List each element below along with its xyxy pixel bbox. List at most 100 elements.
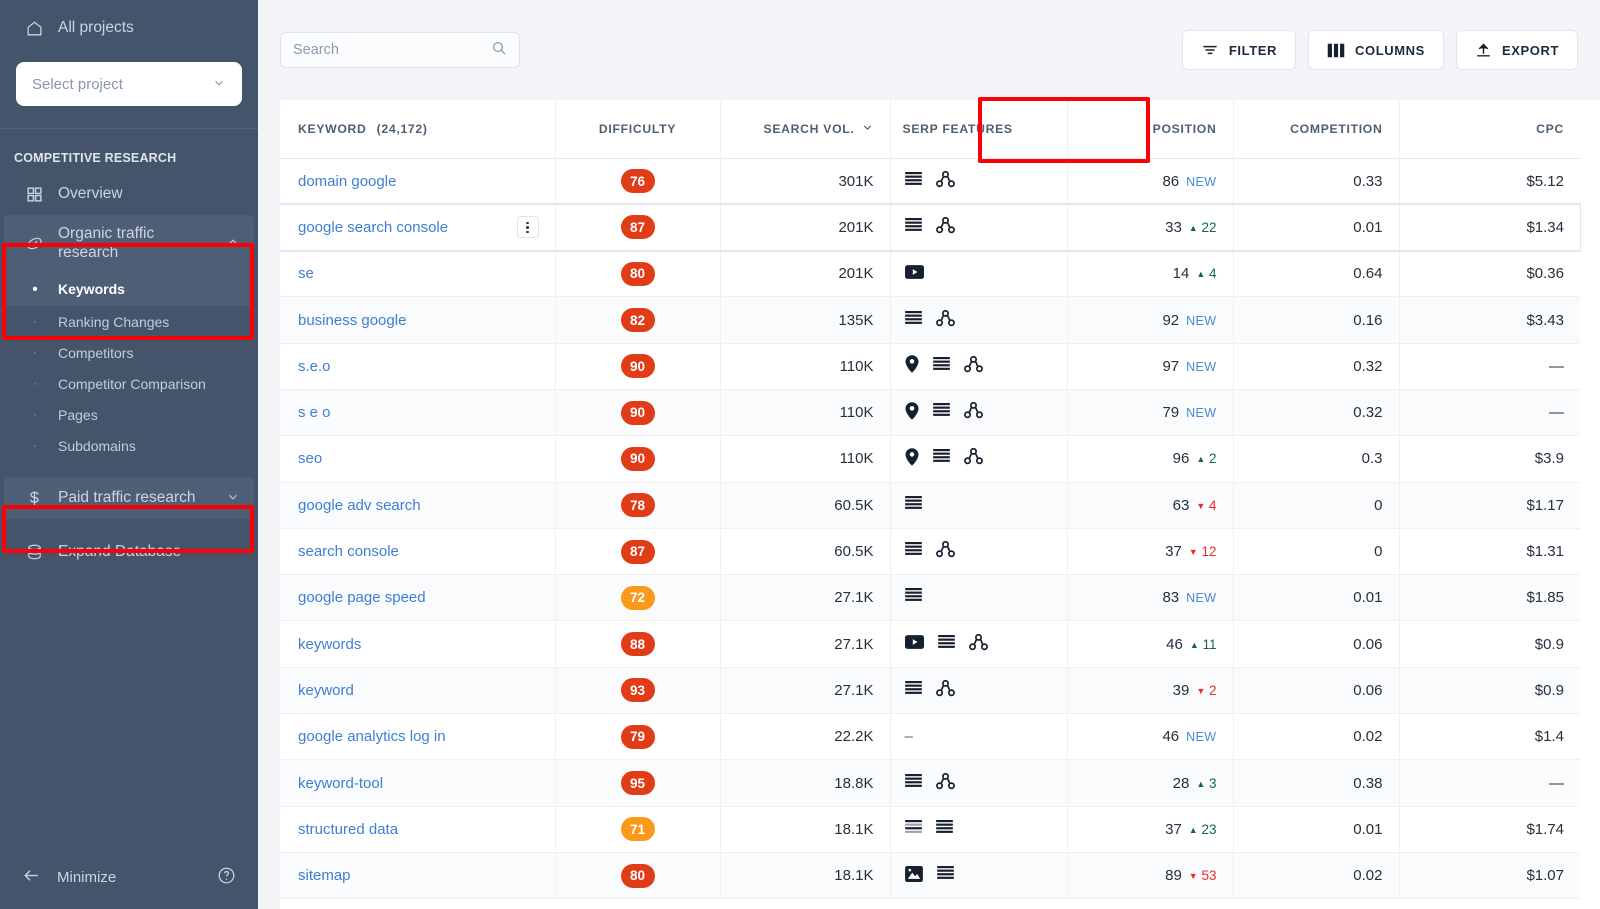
keyword-link[interactable]: se <box>298 265 314 282</box>
column-header-competition[interactable]: COMPETITION <box>1233 100 1400 159</box>
arrow-left-icon[interactable] <box>22 866 41 889</box>
cell-search-volume: 27.1K <box>720 667 891 715</box>
cell-keyword[interactable]: keywords <box>280 620 556 668</box>
table-row[interactable]: google search console 87 201K 33 ▲ 22 0.01 $1.… <box>280 204 1580 252</box>
bullet-icon: · <box>33 439 37 452</box>
cell-keyword[interactable]: se <box>280 250 556 298</box>
help-icon[interactable] <box>217 866 236 889</box>
cell-keyword[interactable]: s.e.o <box>280 343 556 390</box>
serp-snippet-icon <box>904 588 922 607</box>
sidebar-item-overview[interactable]: Overview <box>0 173 258 215</box>
sidebar-item-keywords[interactable]: • Keywords <box>4 272 254 307</box>
cell-keyword[interactable]: google analytics log in <box>280 713 556 761</box>
column-header-search-vol[interactable]: SEARCH VOL. <box>720 100 891 159</box>
cell-keyword[interactable]: google page speed <box>280 574 556 622</box>
cell-keyword[interactable]: keyword <box>280 667 556 715</box>
keyword-link[interactable]: business google <box>298 312 406 329</box>
table-row[interactable]: se 80 201K 14 ▲ 4 0.64 $0.36 <box>280 250 1580 298</box>
chevron-up-icon <box>226 235 240 252</box>
cell-keyword[interactable]: domain google <box>280 158 556 205</box>
sidebar-item-subdomains[interactable]: · Subdomains <box>0 430 258 461</box>
serp-snippet-icon <box>904 680 922 700</box>
cell-position: 79 NEW <box>1067 389 1234 437</box>
column-header-position[interactable]: POSITION <box>1067 100 1234 159</box>
table-row[interactable]: seo 90 110K 96 ▲ 2 0.3 $3.9 <box>280 435 1580 483</box>
cell-cpc: $1.4 <box>1399 713 1580 761</box>
keyword-link[interactable]: keyword <box>298 682 354 699</box>
table-row[interactable]: google analytics log in 79 22.2K – 46 NEW 0.02… <box>280 713 1580 761</box>
keyword-link[interactable]: s e o <box>298 404 331 421</box>
position-delta-up: ▲ 2 <box>1196 451 1217 467</box>
column-header-difficulty[interactable]: DIFFICULTY <box>555 100 721 159</box>
sidebar-item-all-projects[interactable]: All projects <box>0 0 258 56</box>
columns-button[interactable]: COLUMNS <box>1308 30 1444 70</box>
project-select[interactable]: Select project <box>16 62 242 106</box>
keyword-link[interactable]: google adv search <box>298 497 421 514</box>
sidebar-item-ranking-changes[interactable]: · Ranking Changes <box>0 306 258 337</box>
minimize-label[interactable]: Minimize <box>57 869 116 886</box>
cell-position: 28 ▲ 3 <box>1067 759 1234 807</box>
cell-keyword[interactable]: structured data <box>280 806 556 853</box>
keyword-link[interactable]: search console <box>298 543 399 560</box>
position-value: 46 <box>1166 635 1183 653</box>
sidebar-item-expand-database[interactable]: Expand Database <box>0 531 258 573</box>
table-row[interactable]: s.e.o 90 110K 97 NEW 0.32— <box>280 343 1580 390</box>
sidebar-item-competitors[interactable]: · Competitors <box>0 337 258 368</box>
keyword-link[interactable]: google page speed <box>298 589 426 606</box>
cell-keyword[interactable]: keyword-tool <box>280 759 556 807</box>
column-header-keyword[interactable]: KEYWORD (24,172) <box>280 100 556 159</box>
cell-serp-features <box>890 620 1068 668</box>
serp-snippet-icon <box>935 819 953 839</box>
table-row[interactable]: search console 87 60.5K 37 ▼ 12 0 $1.31 <box>280 528 1580 576</box>
cell-keyword[interactable]: google search console <box>280 204 556 252</box>
keyword-link[interactable]: domain google <box>298 173 396 190</box>
cell-keyword[interactable]: seo <box>280 435 556 483</box>
serp-snippet-icon <box>904 217 922 237</box>
cell-position: 89 ▼ 53 <box>1067 852 1234 900</box>
serp-video-icon <box>904 635 924 653</box>
sidebar-ranking-changes-label: Ranking Changes <box>58 313 170 330</box>
export-button[interactable]: EXPORT <box>1455 30 1578 70</box>
table-row[interactable]: google page speed 72 27.1K 83 NEW 0.01 $1.85 <box>280 574 1580 622</box>
cell-keyword[interactable]: s e o <box>280 389 556 437</box>
cell-keyword[interactable]: search console <box>280 528 556 576</box>
serp-related-icon <box>935 170 955 192</box>
cell-cpc: $1.07 <box>1399 852 1580 900</box>
cell-keyword[interactable]: sitemap <box>280 852 556 900</box>
keyword-link[interactable]: s.e.o <box>298 358 331 375</box>
table-row[interactable]: keyword 93 27.1K 39 ▼ 2 0.06 $0.9 <box>280 667 1580 715</box>
filter-button[interactable]: FILTER <box>1181 30 1297 70</box>
search-input[interactable]: Search <box>280 32 520 68</box>
cell-keyword[interactable]: google adv search <box>280 482 556 529</box>
keyword-link[interactable]: keywords <box>298 636 361 653</box>
keyword-link[interactable]: google analytics log in <box>298 728 446 745</box>
sidebar-item-paid-traffic-research[interactable]: Paid traffic research <box>4 477 254 520</box>
table-row[interactable]: keyword-tool 95 18.8K 28 ▲ 3 0.38— <box>280 759 1580 807</box>
table-row[interactable]: google adv search 78 60.5K 63 ▼ 4 0 $1.17 <box>280 482 1580 529</box>
keyword-link[interactable]: structured data <box>298 821 398 838</box>
table-row[interactable]: structured data 71 18.1K 37 ▲ 23 0.01 $1.74 <box>280 806 1580 853</box>
keyword-link[interactable]: seo <box>298 450 322 467</box>
column-header-cpc[interactable]: CPC <box>1399 100 1580 159</box>
keyword-link[interactable]: sitemap <box>298 867 351 884</box>
sidebar-item-organic-traffic-research[interactable]: Organic traffic research <box>4 215 254 273</box>
cell-cpc: $0.36 <box>1399 250 1580 298</box>
column-header-serp-features[interactable]: SERP FEATURES <box>890 100 1068 159</box>
serp-snippet-icon <box>904 310 922 330</box>
table-row[interactable]: domain google 76 301K 86 NEW 0.33 $5.12 <box>280 158 1580 205</box>
sidebar-item-competitor-comparison[interactable]: · Competitor Comparison <box>0 368 258 399</box>
cell-competition: 0.3 <box>1233 435 1400 483</box>
table-row[interactable]: business google 82 135K 92 NEW 0.16 $3.43 <box>280 296 1580 344</box>
keyword-link[interactable]: keyword-tool <box>298 775 383 792</box>
row-menu-icon[interactable] <box>516 216 539 239</box>
search-icon <box>491 40 507 60</box>
table-row[interactable]: sitemap 80 18.1K 89 ▼ 53 0.02 $1.07 <box>280 852 1580 900</box>
sidebar-subdomains-label: Subdomains <box>58 437 136 454</box>
cell-keyword[interactable]: business google <box>280 296 556 344</box>
sidebar-item-pages[interactable]: · Pages <box>0 399 258 430</box>
position-delta-up: ▲ 22 <box>1188 219 1217 235</box>
cell-search-volume: 27.1K <box>720 620 891 668</box>
keyword-link[interactable]: google search console <box>298 219 448 236</box>
table-row[interactable]: keywords 88 27.1K 46 ▲ 11 0.06 $0.9 <box>280 620 1580 668</box>
table-row[interactable]: s e o 90 110K 79 NEW 0.32— <box>280 389 1580 437</box>
